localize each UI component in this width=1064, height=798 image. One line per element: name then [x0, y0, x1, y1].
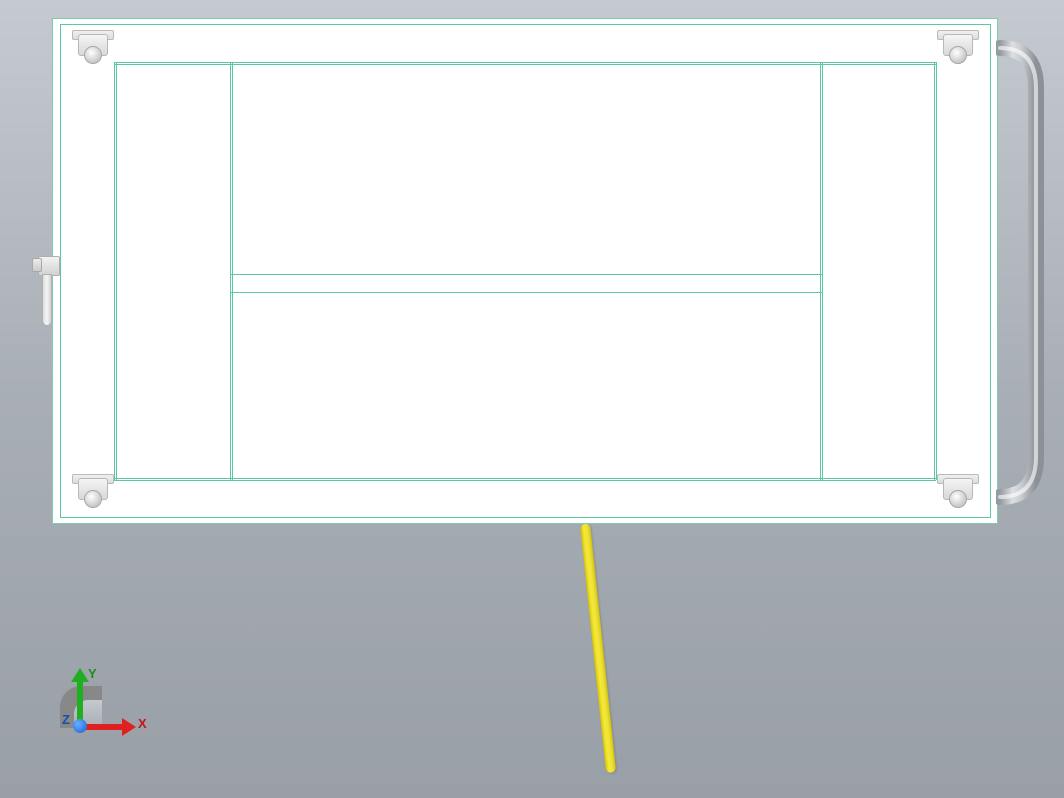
stringer-outer-right-edge: [936, 62, 937, 480]
model-side-latch: [32, 256, 60, 328]
axis-y-arrowhead-icon: [71, 668, 89, 682]
axis-z-dot-icon[interactable]: [73, 719, 87, 733]
caster-bottom-right: [935, 472, 981, 512]
cad-viewport[interactable]: Y X Z: [0, 0, 1064, 798]
stringer-inner-right-edge: [822, 62, 823, 480]
stringer-outer-left: [114, 62, 115, 480]
caster-top-right: [935, 28, 981, 68]
axis-x-arrowhead-icon: [122, 718, 136, 736]
frame-edge-right: [990, 24, 991, 518]
crossmember-top: [114, 62, 936, 63]
stringer-inner-right: [820, 62, 821, 480]
axis-y-label: Y: [88, 666, 97, 681]
stringer-inner-left: [230, 62, 231, 480]
crossmember-top-edge: [114, 64, 936, 65]
axis-x-label: X: [138, 716, 147, 731]
frame-edge-top: [60, 24, 990, 25]
axis-z-label: Z: [62, 712, 70, 727]
model-yellow-rod: [580, 523, 616, 773]
frame-edge-left: [60, 24, 61, 518]
frame-edge-bottom: [60, 517, 990, 518]
stringer-inner-left-edge: [232, 62, 233, 480]
stringer-outer-right: [934, 62, 935, 480]
caster-top-left: [70, 28, 116, 68]
crossmember-mid-upper: [230, 274, 822, 275]
caster-bottom-left: [70, 472, 116, 512]
model-main-body: [52, 18, 998, 524]
axis-triad[interactable]: Y X Z: [40, 666, 130, 756]
crossmember-mid-lower: [230, 292, 822, 293]
stringer-outer-left-edge: [116, 62, 117, 480]
crossmember-bottom: [114, 478, 936, 479]
crossmember-bottom-edge: [114, 480, 936, 481]
model-handle: [996, 40, 1048, 505]
